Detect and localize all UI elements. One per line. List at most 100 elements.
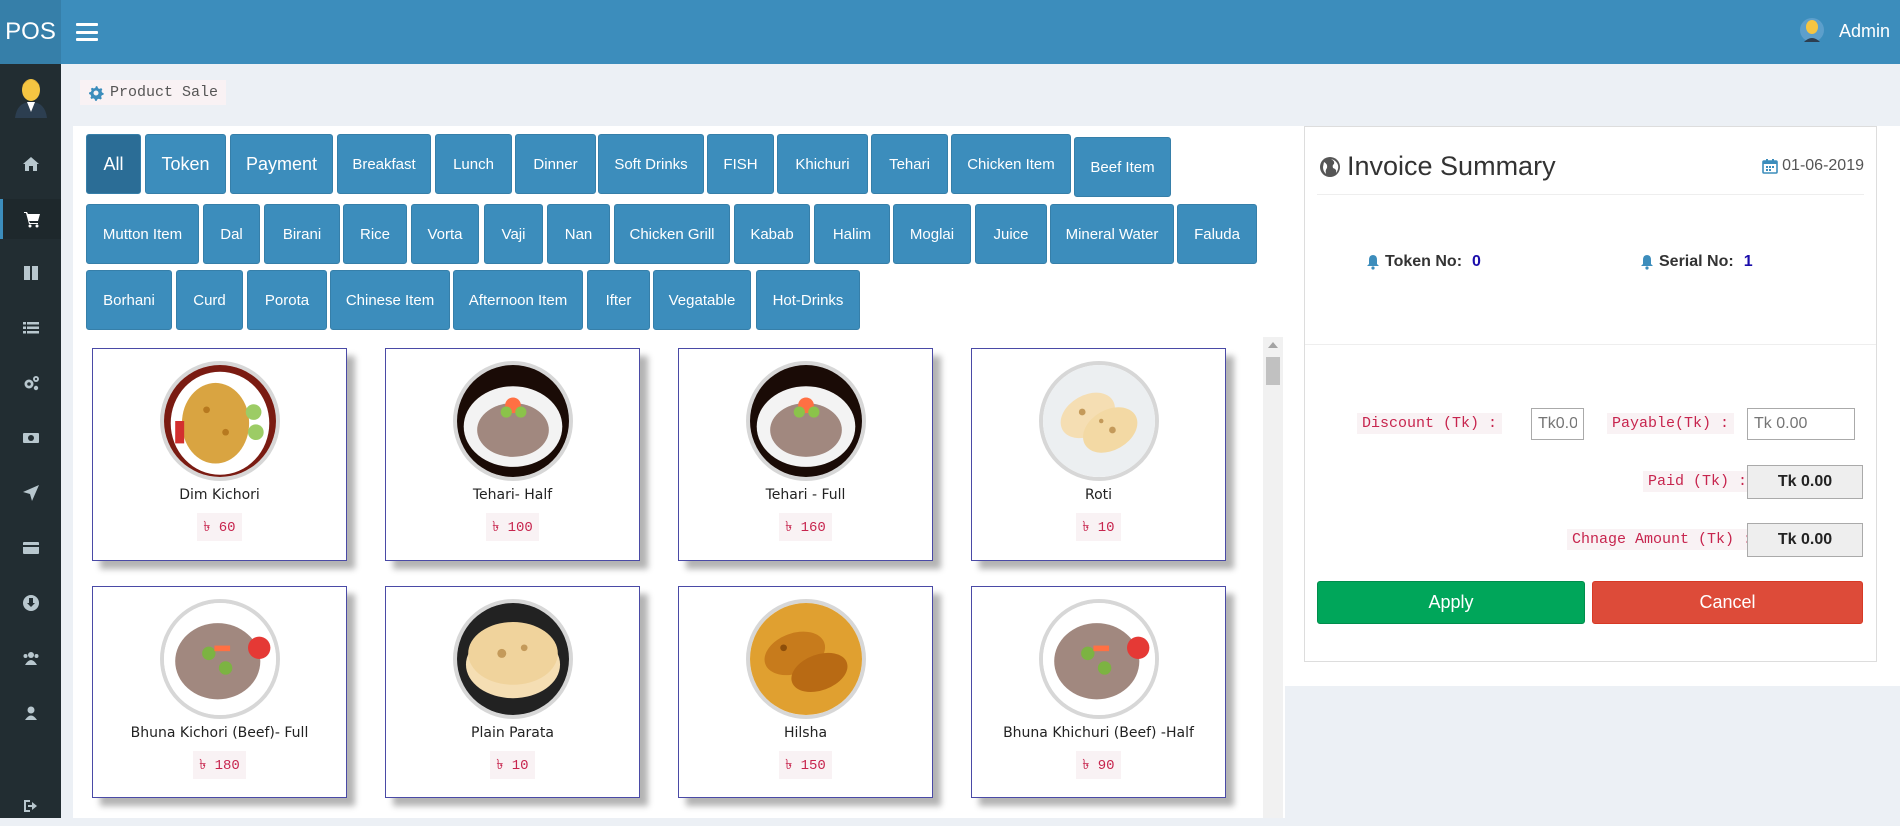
category-soft-drinks[interactable]: Soft Drinks — [598, 134, 704, 194]
sidebar-item-home[interactable] — [0, 144, 61, 184]
sidebar-avatar-icon — [15, 79, 47, 118]
sidebar-item-settings[interactable] — [0, 363, 61, 403]
product-card[interactable]: Dim Kichori ৳ 60 — [92, 348, 347, 561]
category-tehari[interactable]: Tehari — [871, 134, 948, 194]
product-price: ৳ 90 — [1076, 751, 1121, 779]
product-image-khichuri — [1038, 599, 1159, 719]
token-number: Token No: 0 — [1365, 253, 1481, 271]
breadcrumb: Product Sale — [80, 80, 227, 105]
category-faluda[interactable]: Faluda — [1177, 204, 1257, 264]
product-card[interactable]: Tehari - Full ৳ 160 — [678, 348, 933, 561]
category-lunch[interactable]: Lunch — [435, 134, 512, 194]
product-image-tehari — [745, 361, 866, 481]
serial-label: Serial No: — [1659, 253, 1734, 270]
invoice-title-text: Invoice Summary — [1347, 151, 1556, 181]
globe-icon — [1320, 156, 1340, 177]
product-card[interactable]: Bhuna Khichuri (Beef) -Half ৳ 90 — [971, 586, 1226, 798]
scroll-up-icon[interactable] — [1268, 342, 1278, 348]
payable-label: Payable(Tk) : — [1607, 413, 1735, 434]
category-nan[interactable]: Nan — [547, 204, 610, 264]
product-image-fried-fish — [745, 599, 866, 719]
sidebar-item-money[interactable] — [0, 418, 61, 458]
sign-out-icon — [23, 800, 37, 812]
category-borhani[interactable]: Borhani — [86, 270, 172, 330]
product-name: Tehari- Half — [472, 487, 553, 503]
sidebar-item-logout[interactable] — [0, 786, 61, 826]
apply-button[interactable]: Apply — [1317, 581, 1585, 624]
sidebar-item-download[interactable] — [0, 583, 61, 623]
product-name: Hilsha — [783, 725, 828, 741]
invoice-summary: Invoice Summary 01-06-2019 Token No: 0 S… — [1304, 126, 1877, 662]
category-kabab[interactable]: Kabab — [734, 204, 810, 264]
bell-icon — [1641, 255, 1653, 270]
send-icon — [22, 485, 39, 501]
sidebar-item-product-sale[interactable] — [0, 199, 61, 239]
paid-amount-field[interactable]: Tk 0.00 — [1747, 465, 1863, 499]
product-name: Bhuna Khichuri (Beef) -Half — [1003, 725, 1194, 741]
category-fish[interactable]: FISH — [707, 134, 774, 194]
category-ifter[interactable]: Ifter — [587, 270, 650, 330]
product-card[interactable]: Hilsha ৳ 150 — [678, 586, 933, 798]
category-juice[interactable]: Juice — [975, 204, 1047, 264]
token-label: Token No: — [1385, 253, 1463, 270]
category-mutton-item[interactable]: Mutton Item — [86, 204, 199, 264]
users-icon — [23, 652, 38, 665]
category-hot-drinks[interactable]: Hot-Drinks — [756, 270, 860, 330]
product-price: ৳ 100 — [486, 513, 539, 541]
sidebar-item-users[interactable] — [0, 638, 61, 678]
product-card[interactable]: Bhuna Kichori (Beef)- Full ৳ 180 — [92, 586, 347, 798]
sidebar-item-columns[interactable] — [0, 253, 61, 293]
product-card[interactable]: Plain Parata ৳ 10 — [385, 586, 640, 798]
product-image-biryani — [159, 361, 280, 481]
category-halim[interactable]: Halim — [814, 204, 890, 264]
divider — [1305, 344, 1876, 345]
columns-icon — [23, 266, 38, 280]
home-icon — [22, 157, 39, 171]
bell-icon — [1367, 255, 1379, 270]
cancel-button[interactable]: Cancel — [1592, 581, 1863, 624]
product-card[interactable]: Roti ৳ 10 — [971, 348, 1226, 561]
user-menu[interactable]: Admin — [1799, 16, 1890, 46]
category-dal[interactable]: Dal — [203, 204, 260, 264]
category-vaji[interactable]: Vaji — [484, 204, 543, 264]
category-beef-item[interactable]: Beef Item — [1074, 137, 1171, 197]
product-image-khichuri — [159, 599, 280, 719]
change-amount-field[interactable]: Tk 0.00 — [1747, 523, 1863, 557]
discount-input[interactable] — [1531, 408, 1584, 440]
category-porota[interactable]: Porota — [247, 270, 327, 330]
discount-label: Discount (Tk) : — [1357, 413, 1503, 434]
category-payment[interactable]: Payment — [230, 134, 333, 194]
product-price: ৳ 180 — [193, 751, 246, 779]
token-value: 0 — [1472, 253, 1481, 270]
category-moglai[interactable]: Moglai — [893, 204, 971, 264]
category-rice[interactable]: Rice — [343, 204, 407, 264]
product-image-tehari — [452, 361, 573, 481]
product-name: Dim Kichori — [179, 487, 260, 503]
sidebar-toggle-icon[interactable] — [76, 20, 98, 44]
product-card[interactable]: Tehari- Half ৳ 100 — [385, 348, 640, 561]
sidebar-item-profile[interactable] — [0, 693, 61, 733]
sidebar-item-send[interactable] — [0, 473, 61, 513]
category-afternoon-item[interactable]: Afternoon Item — [453, 270, 583, 330]
gears-icon — [24, 376, 39, 391]
app-logo[interactable]: POS — [0, 0, 61, 64]
category-vegatable[interactable]: Vegatable — [653, 270, 751, 330]
product-grid-scrollbar[interactable] — [1263, 337, 1283, 818]
category-mineral-water[interactable]: Mineral Water — [1050, 204, 1174, 264]
category-vorta[interactable]: Vorta — [411, 204, 479, 264]
category-dinner[interactable]: Dinner — [515, 134, 596, 194]
category-khichuri[interactable]: Khichuri — [777, 134, 868, 194]
user-name: Admin — [1838, 20, 1890, 41]
category-chicken-grill[interactable]: Chicken Grill — [614, 204, 730, 264]
category-token[interactable]: Token — [145, 134, 226, 194]
category-birani[interactable]: Birani — [264, 204, 340, 264]
sidebar-item-list[interactable] — [0, 308, 61, 348]
category-curd[interactable]: Curd — [176, 270, 243, 330]
payable-input[interactable] — [1747, 408, 1855, 440]
scrollbar-thumb[interactable] — [1266, 357, 1280, 385]
category-all[interactable]: All — [86, 134, 141, 194]
sidebar-item-payment[interactable] — [0, 528, 61, 568]
category-chicken-item[interactable]: Chicken Item — [951, 134, 1071, 194]
category-breakfast[interactable]: Breakfast — [337, 134, 431, 194]
category-chinese-item[interactable]: Chinese Item — [330, 270, 450, 330]
